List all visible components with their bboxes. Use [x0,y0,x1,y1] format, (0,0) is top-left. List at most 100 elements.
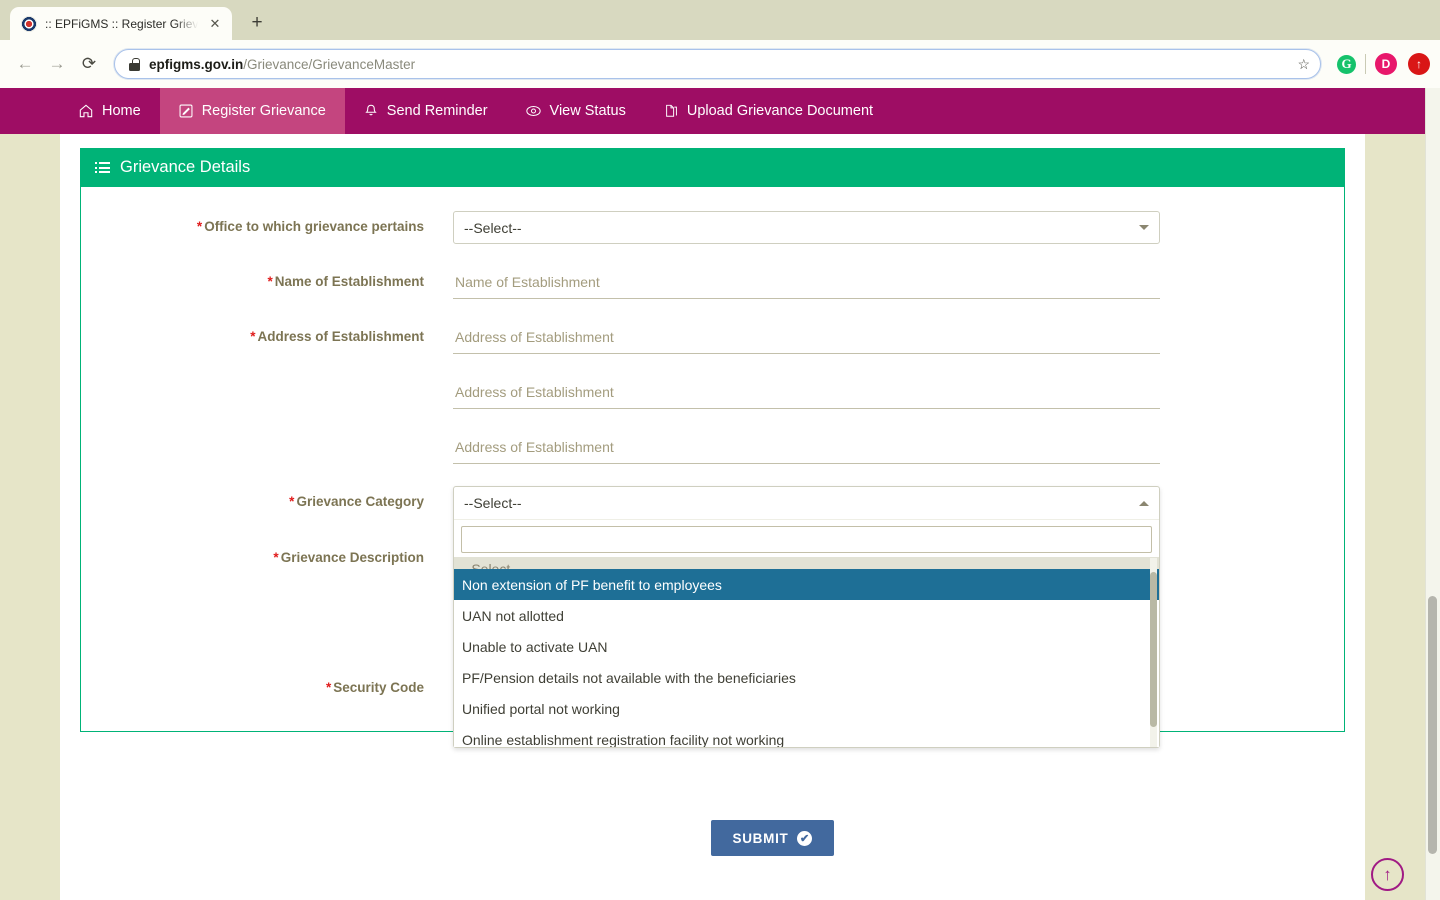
label-address-of-establishment: * Address of Establishment [81,321,453,346]
grievance-category-selected[interactable]: --Select-- [454,487,1159,520]
bell-icon [364,104,378,118]
edit-icon [179,104,193,118]
lock-icon [129,57,140,71]
dropdown-search-wrap [454,520,1159,557]
update-browser-icon[interactable]: ↑ [1408,53,1430,75]
nav-item-view-status[interactable]: View Status [507,88,645,134]
new-tab-button[interactable]: + [242,8,272,38]
grievance-category-value: --Select-- [464,495,522,511]
dropdown-option-5-label: Online establishment registration facili… [462,731,785,748]
grievance-details-card: Grievance Details * Office to which griev… [80,148,1345,748]
address-line-3-input[interactable] [453,431,1160,464]
grievance-category-dropdown[interactable]: --Select-- --Select-- Non extension of P… [453,486,1160,748]
site-navbar: Home Register Grievance Send Reminder Vi… [0,88,1440,134]
dropdown-option-1-label: UAN not allotted [462,607,564,624]
url-domain: epfigms.gov.in [149,56,244,72]
bookmark-star-icon[interactable]: ☆ [1297,56,1310,73]
card-body: * Office to which grievance pertains --Se… [81,187,1344,748]
label-spacer-3 [81,431,453,438]
chevron-down-icon [1139,225,1149,230]
close-icon[interactable]: ✕ [206,15,224,33]
submit-button[interactable]: SUBMIT ✔ [710,820,835,856]
forward-icon[interactable]: → [42,49,72,79]
browser-tab[interactable]: :: EPFiGMS :: Register Grievanc ✕ [10,7,232,40]
nav-item-home[interactable]: Home [60,88,160,134]
arrow-up-circle-icon: ↑ [1383,864,1392,884]
label-spacer-2 [81,376,453,383]
field-address-line-2 [453,376,1160,409]
reload-icon[interactable]: ⟳ [74,49,104,79]
field-office: --Select-- [453,211,1160,244]
required-marker: * [325,680,332,695]
label-name-of-establishment: * Name of Establishment [81,266,453,291]
nav-label-home: Home [102,103,141,119]
page-background: Grievance Details * Office to which griev… [0,134,1440,900]
nav-label-upload-grievance-document: Upload Grievance Document [686,103,874,119]
nav-item-upload-grievance-document[interactable]: Upload Grievance Document [645,88,892,134]
required-marker: * [267,274,273,289]
field-row-grievance-category: * Grievance Category --Select-- --Select… [81,486,1344,748]
page-scrollbar-thumb[interactable] [1428,596,1437,854]
browser-toolbar: ← → ⟳ epfigms.gov.in/Grievance/Grievance… [0,40,1440,88]
field-row-address-line-3 [81,431,1344,464]
nav-label-register-grievance: Register Grievance [201,103,326,119]
field-row-address-of-establishment: * Address of Establishment [81,321,1344,354]
label-name-of-establishment-text: Name of Establishment [274,274,424,289]
field-row-address-line-2 [81,376,1344,409]
page-title: Grievance Details [120,158,251,176]
dropdown-option-4[interactable]: Unified portal not working [454,693,1159,724]
dropdown-option-2-label: Unable to activate UAN [462,638,608,655]
name-of-establishment-input[interactable] [453,266,1160,299]
address-line-1-input[interactable] [453,321,1160,354]
card-header: Grievance Details [80,148,1345,187]
grievance-category-option-list: --Select-- Non extension of PF benefit t… [454,557,1159,747]
browser-window: :: EPFiGMS :: Register Grievanc ✕ + ← → … [0,0,1440,900]
label-security-code: * Security Code [81,672,453,697]
dropdown-option-1[interactable]: UAN not allotted [454,600,1159,631]
nav-label-view-status: View Status [549,103,626,119]
epfo-emblem-icon [21,15,37,32]
page-viewport: Home Register Grievance Send Reminder Vi… [0,88,1440,900]
nav-item-register-grievance[interactable]: Register Grievance [159,88,345,134]
label-grievance-category-text: Grievance Category [296,494,424,509]
field-address-line-3 [453,431,1160,464]
profile-avatar[interactable]: D [1375,53,1397,75]
field-grievance-category: --Select-- --Select-- Non extension of P… [453,486,1160,748]
dropdown-option-clipped-label: --Select-- [462,561,520,569]
required-marker: * [289,494,295,509]
dropdown-option-5[interactable]: Online establishment registration facili… [454,724,1159,748]
field-row-name-of-establishment: * Name of Establishment [81,266,1344,299]
eye-icon [525,104,541,118]
tab-strip: :: EPFiGMS :: Register Grievanc ✕ + [0,0,1440,40]
toolbar-divider [1365,54,1366,74]
grievance-category-search-input[interactable] [461,526,1152,553]
label-office-text: Office to which grievance pertains [204,219,424,234]
label-grievance-description: * Grievance Description [81,529,453,567]
submit-row: SUBMIT ✔ [120,820,1425,856]
nav-label-send-reminder: Send Reminder [386,103,488,119]
tab-title: :: EPFiGMS :: Register Grievanc [45,16,198,31]
dropdown-option-0[interactable]: Non extension of PF benefit to employees [454,569,1159,600]
office-select[interactable]: --Select-- [453,211,1160,244]
back-icon[interactable]: ← [10,49,40,79]
dropdown-option-3-label: PF/Pension details not available with th… [462,669,796,686]
page-scrollbar-track[interactable] [1425,88,1440,900]
home-icon [79,104,93,118]
dropdown-option-4-label: Unified portal not working [462,700,620,717]
address-line-2-input[interactable] [453,376,1160,409]
required-marker: * [273,550,279,565]
field-address-line-1 [453,321,1160,354]
address-bar[interactable]: epfigms.gov.in/Grievance/GrievanceMaster… [114,49,1321,79]
label-grievance-category: * Grievance Category [81,486,453,511]
dropdown-option-clipped[interactable]: --Select-- [454,558,1159,569]
label-office: * Office to which grievance pertains [81,211,453,236]
field-name-of-establishment [453,266,1160,299]
dropdown-option-2[interactable]: Unable to activate UAN [454,631,1159,662]
scroll-to-top-button[interactable]: ↑ [1371,858,1404,891]
nav-item-send-reminder[interactable]: Send Reminder [345,88,507,134]
dropdown-option-3[interactable]: PF/Pension details not available with th… [454,662,1159,693]
list-icon [95,162,110,173]
submit-button-label: SUBMIT [732,830,789,846]
dropdown-scrollbar-thumb[interactable] [1150,572,1157,727]
grammarly-extension-icon[interactable]: G [1337,54,1356,74]
